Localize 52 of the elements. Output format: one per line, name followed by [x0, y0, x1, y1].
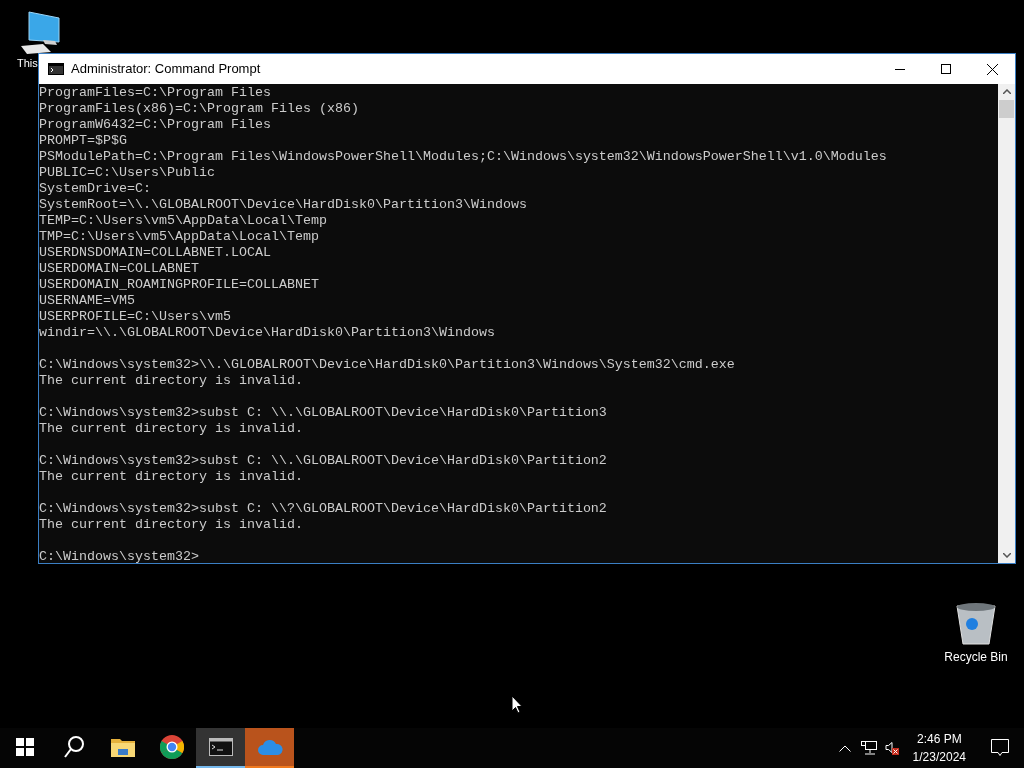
scroll-up-icon[interactable] [1002, 89, 1011, 94]
chevron-up-icon[interactable] [838, 744, 851, 752]
console-line: PSModulePath=C:\Program Files\WindowsPowerShell\Modules;C:\Windows\system32\WindowsPowerShell\v1.0\Modules [39, 149, 887, 165]
console-line: C:\Windows\system32>subst C: \\.\GLOBALROOT\Device\HardDisk0\Partition3 [39, 405, 607, 421]
windows-logo-icon [15, 738, 34, 756]
console-line: USERDNSDOMAIN=COLLABNET.LOCAL [39, 245, 271, 261]
console-line: The current directory is invalid. [39, 517, 303, 533]
clock-date: 1/23/2024 [912, 749, 966, 766]
console-line: PUBLIC=C:\Users\Public [39, 165, 215, 181]
console-line: SystemRoot=\\.\GLOBALROOT\Device\HardDisk0\Partition3\Windows [39, 197, 527, 213]
clock[interactable]: 2:46 PM 1/23/2024 [906, 730, 972, 766]
console-line: The current directory is invalid. [39, 469, 303, 485]
close-icon [986, 63, 998, 75]
scroll-down-icon[interactable] [1002, 553, 1011, 558]
terminal-icon [208, 738, 233, 756]
console-line: The current directory is invalid. [39, 421, 303, 437]
console-line: USERDOMAIN_ROAMINGPROFILE=COLLABNET [39, 277, 319, 293]
recycle-bin-icon[interactable] [955, 600, 997, 646]
console-line: C:\Windows\system32>\\.\GLOBALROOT\Device\HardDisk0\Partition3\Windows\System32\cmd.exe [39, 357, 735, 373]
network-icon[interactable] [860, 741, 877, 755]
icon-label: This [17, 57, 38, 70]
console-line: C:\Windows\system32> [39, 549, 199, 563]
console-line: The current directory is invalid. [39, 373, 303, 389]
console-line: USERPROFILE=C:\Users\vm5 [39, 309, 231, 325]
scrollbar-thumb[interactable] [999, 100, 1014, 118]
taskbar-button[interactable] [196, 728, 245, 768]
search-icon [62, 735, 85, 759]
icon-label: Recycle Bin [944, 650, 1008, 664]
folder-icon [110, 737, 135, 757]
console-line: TEMP=C:\Users\vm5\AppData\Local\Temp [39, 213, 327, 229]
cloud-icon [256, 739, 283, 755]
console-line: PROMPT=$P$G [39, 133, 127, 149]
console-line: TMP=C:\Users\vm5\AppData\Local\Temp [39, 229, 319, 245]
console-line: windir=\\.\GLOBALROOT\Device\HardDisk0\Partition3\Windows [39, 325, 495, 341]
console-line: USERNAME=VM5 [39, 293, 135, 309]
mouse-cursor-icon [511, 695, 523, 714]
scrollbar[interactable] [998, 84, 1015, 563]
console-line: SystemDrive=C: [39, 181, 151, 197]
muted-speaker-icon[interactable] [884, 741, 899, 755]
console-line: ProgramW6432=C:\Program Files [39, 117, 271, 133]
console-line: C:\Windows\system32>subst C: \\.\GLOBALROOT\Device\HardDisk0\Partition2 [39, 453, 607, 469]
console-line: USERDOMAIN=COLLABNET [39, 261, 199, 277]
console-line: ProgramFiles=C:\Program Files [39, 85, 271, 101]
minimize-icon [895, 68, 905, 70]
terminal-icon [48, 63, 64, 75]
window-title: Administrator: Command Prompt [71, 60, 261, 79]
maximize-icon [941, 64, 951, 74]
console-line: C:\Windows\system32>subst C: \\?\GLOBALROOT\Device\HardDisk0\Partition2 [39, 501, 607, 517]
console-line: ProgramFiles(x86)=C:\Program Files (x86) [39, 101, 359, 117]
browser-icon [159, 735, 184, 759]
clock-time: 2:46 PM [916, 731, 962, 748]
notification-icon [991, 739, 1009, 757]
